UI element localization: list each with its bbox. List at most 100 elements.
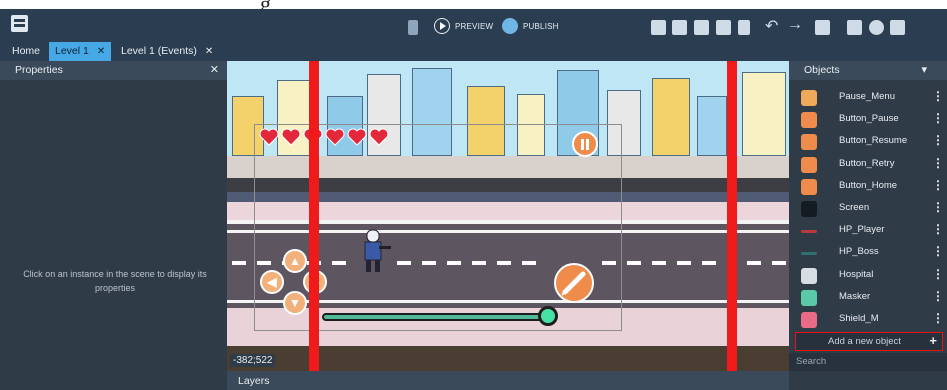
folder-icon — [801, 90, 817, 106]
object-name: Shield_M — [839, 313, 879, 324]
heart-icon[interactable] — [369, 128, 389, 146]
objects-search-input[interactable]: Search — [789, 353, 947, 372]
cropped-page-heading: g — [0, 0, 947, 9]
boundary-marker-left[interactable] — [309, 61, 319, 371]
lane-dash — [677, 261, 691, 265]
zoom-icon[interactable] — [869, 20, 884, 35]
object-list-item[interactable]: Masker ⋮ — [789, 287, 947, 309]
redo-icon[interactable]: → — [787, 16, 803, 33]
scene-editor-canvas[interactable]: ▲ ◀ ▶ ▼ -382;522 — [227, 61, 789, 371]
grid-icon[interactable] — [847, 20, 862, 35]
down-arrow-button[interactable]: ▼ — [283, 291, 307, 315]
objects-panel: Objects ▾ Pause_Menu ⋮ Button_Pause ⋮ Button… — [789, 61, 947, 390]
play-icon — [801, 134, 817, 151]
play-icon — [434, 18, 450, 34]
object-name: Masker — [839, 290, 871, 302]
object-name: Button_Resume — [839, 135, 908, 147]
object-name: Button_Home — [839, 179, 898, 191]
instances-icon[interactable] — [672, 20, 687, 35]
object-list-item[interactable]: Pause_Menu ⋮ — [789, 87, 947, 109]
more-options-icon[interactable]: ⋮ — [932, 111, 944, 125]
syringe-attack-button[interactable] — [554, 263, 594, 303]
up-arrow-button[interactable]: ▲ — [283, 249, 307, 273]
more-options-icon[interactable]: ⋮ — [932, 133, 944, 147]
main-toolbar: PREVIEW PUBLISH ↶ → — [0, 9, 947, 41]
object-list-item[interactable]: HP_Boss ⋮ — [789, 242, 947, 264]
syringe-icon — [561, 271, 586, 296]
objects-panel-footer — [789, 371, 947, 390]
object-list-item[interactable]: Button_Home ⋮ — [789, 176, 947, 198]
object-name: HP_Player — [839, 224, 885, 236]
more-options-icon[interactable]: ⋮ — [932, 289, 944, 303]
scene-properties-icon[interactable] — [651, 20, 666, 35]
player-character[interactable] — [357, 226, 391, 276]
more-options-icon[interactable]: ⋮ — [932, 244, 944, 258]
properties-header: Properties ✕ — [0, 61, 227, 80]
lane-dash — [747, 261, 761, 265]
heart-icon[interactable] — [259, 128, 279, 146]
bar-icon — [801, 230, 817, 234]
more-options-icon[interactable]: ⋮ — [932, 178, 944, 192]
bar-icon — [801, 252, 817, 256]
hp-bar[interactable] — [322, 313, 547, 321]
lane-dash — [232, 261, 246, 265]
object-name: HP_Boss — [839, 246, 879, 258]
object-list-item[interactable]: HP_Player ⋮ — [789, 220, 947, 242]
close-icon[interactable]: ✕ — [97, 46, 105, 57]
lane-dash — [627, 261, 641, 265]
screen-icon — [801, 201, 817, 217]
edit-icon[interactable] — [694, 20, 709, 35]
boundary-marker-right[interactable] — [727, 61, 737, 371]
layers-icon[interactable] — [738, 20, 750, 35]
app-menu-icon[interactable] — [11, 15, 28, 32]
debug-icon[interactable] — [408, 20, 418, 35]
close-icon[interactable]: ✕ — [205, 46, 213, 57]
extra-tool-icon[interactable] — [890, 20, 905, 35]
more-options-icon[interactable]: ⋮ — [932, 156, 944, 170]
object-name: Pause_Menu — [839, 91, 895, 102]
properties-panel: Properties ✕ Click on an instance in the… — [0, 61, 227, 390]
tab-level-1-events[interactable]: Level 1 (Events) ✕ — [115, 42, 219, 61]
heart-icon[interactable] — [281, 128, 301, 146]
object-list-item[interactable]: Shield_M ⋮ — [789, 309, 947, 331]
cursor-coordinates: -382;522 — [230, 354, 276, 367]
building — [652, 78, 690, 156]
pause-icon — [801, 112, 817, 129]
object-list-item[interactable]: Button_Resume ⋮ — [789, 131, 947, 153]
object-list-item[interactable]: Button_Retry ⋮ — [789, 154, 947, 176]
heart-icon[interactable] — [325, 128, 345, 146]
hp-bar-knob[interactable] — [538, 306, 558, 326]
list-icon[interactable] — [716, 20, 731, 35]
chevron-down-icon[interactable]: ▾ — [921, 61, 927, 80]
lane-dash — [702, 261, 716, 265]
object-list-item[interactable]: Hospital ⋮ — [789, 265, 947, 287]
grid-settings-icon[interactable] — [815, 20, 830, 35]
building — [742, 72, 786, 156]
add-new-object-button[interactable]: Add a new object + — [795, 332, 943, 351]
more-options-icon[interactable]: ⋮ — [932, 89, 944, 103]
more-options-icon[interactable]: ⋮ — [932, 200, 944, 214]
layers-panel: Layers — [227, 371, 789, 390]
retry-icon — [801, 156, 817, 173]
close-icon[interactable]: ✕ — [210, 61, 219, 80]
properties-hint: Click on an instance in the scene to dis… — [23, 269, 207, 293]
more-options-icon[interactable]: ⋮ — [932, 222, 944, 236]
undo-icon[interactable]: ↶ — [765, 16, 781, 35]
globe-icon — [502, 18, 518, 34]
more-options-icon[interactable]: ⋮ — [932, 311, 944, 325]
building — [697, 96, 727, 156]
heart-icon[interactable] — [347, 128, 367, 146]
more-options-icon[interactable]: ⋮ — [932, 267, 944, 281]
object-list-item[interactable]: Button_Pause ⋮ — [789, 109, 947, 131]
publish-button[interactable]: PUBLISH — [502, 17, 559, 35]
object-name: Button_Retry — [839, 157, 895, 169]
left-arrow-button[interactable]: ◀ — [260, 270, 284, 294]
tab-home[interactable]: Home — [6, 42, 46, 61]
building-icon — [801, 267, 817, 284]
pause-button-instance[interactable] — [572, 131, 598, 157]
tab-bar: Home Level 1 ✕ Level 1 (Events) ✕ — [0, 41, 947, 61]
mask-icon — [801, 289, 817, 306]
tab-level-1[interactable]: Level 1 ✕ — [49, 42, 112, 61]
object-list-item[interactable]: Screen ⋮ — [789, 198, 947, 220]
preview-button[interactable]: PREVIEW — [434, 17, 493, 35]
